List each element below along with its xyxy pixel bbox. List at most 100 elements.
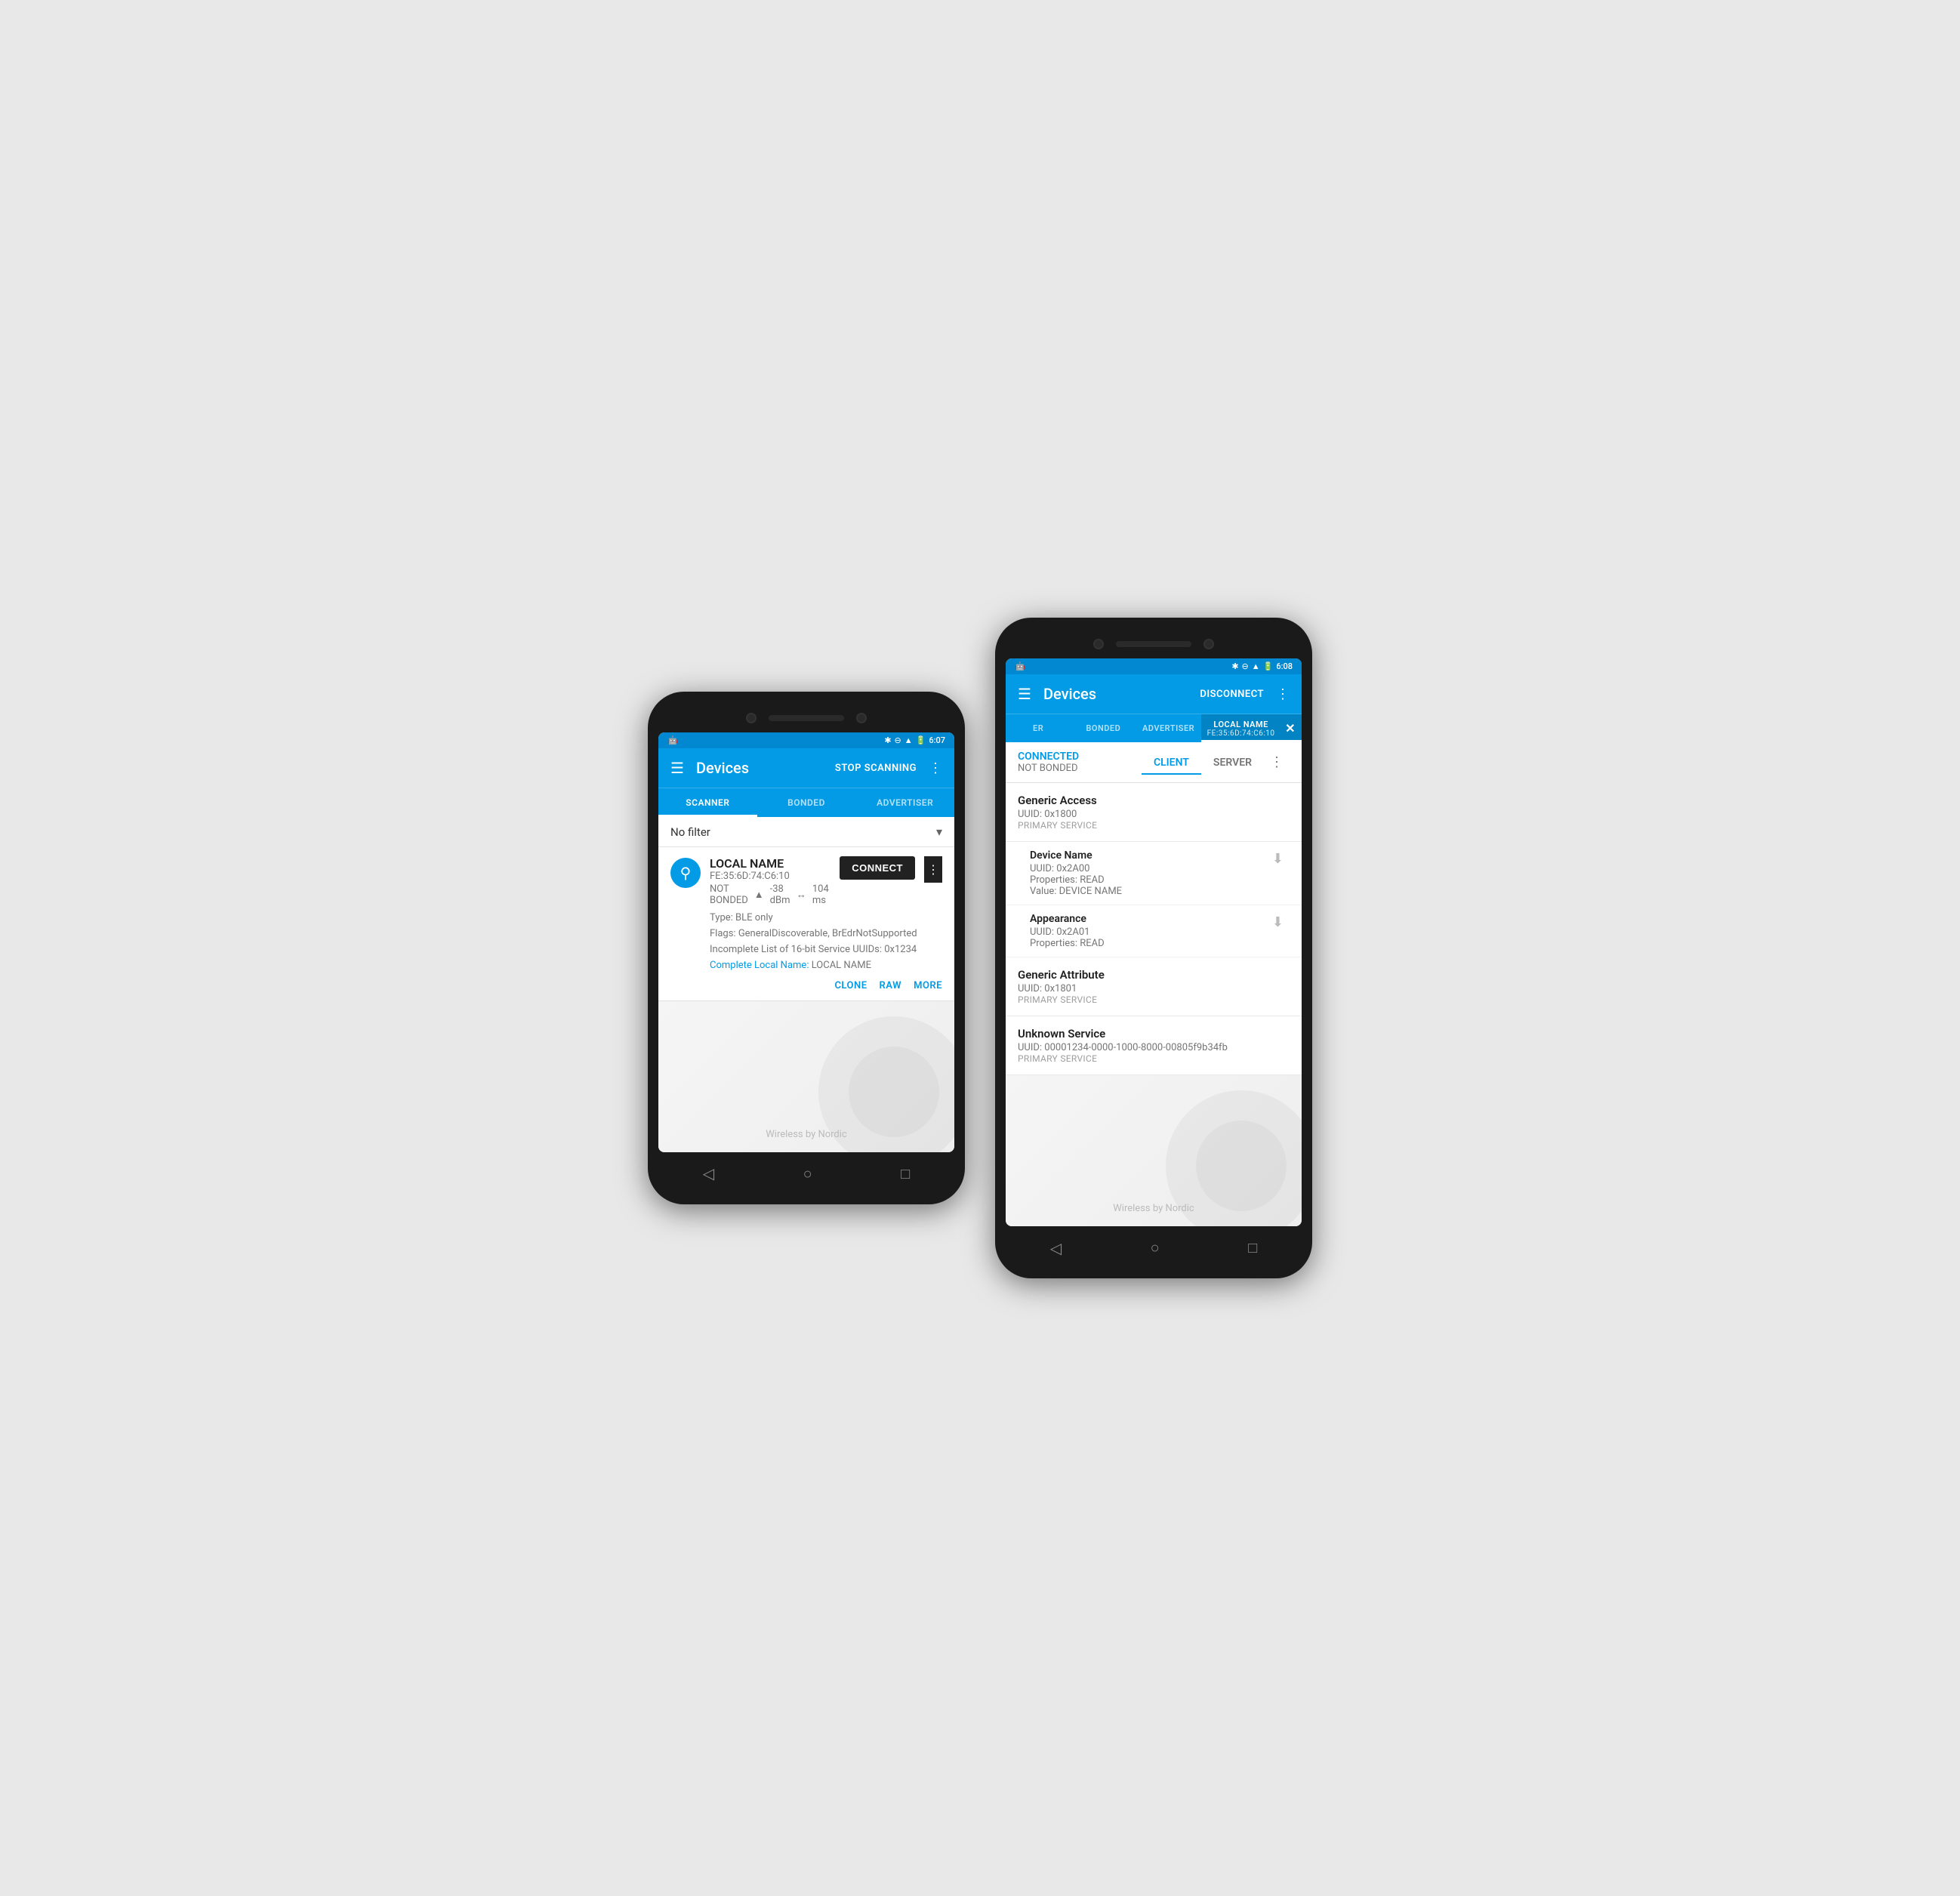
phone-2-speaker [1116, 641, 1191, 647]
device-header: ⚲ LOCAL NAME FE:35:6D:74:C6:10 NOT BONDE… [670, 856, 942, 906]
menu-icon-2[interactable]: ☰ [1012, 679, 1037, 709]
raw-button[interactable]: RAW [880, 980, 902, 991]
connection-info: CONNECTED NOT BONDED [1018, 751, 1079, 774]
more-icon-1[interactable]: ⋮ [923, 754, 948, 782]
time-2: 6:08 [1276, 661, 1293, 671]
service-unknown: Unknown Service UUID: 00001234-0000-1000… [1006, 1016, 1302, 1075]
phone-1-camera [746, 713, 757, 723]
tab-bonded-2[interactable]: BONDED [1071, 714, 1136, 742]
signal-icon-1: ⊖ [895, 735, 901, 745]
service-type-generic-access: PRIMARY SERVICE [1018, 820, 1290, 831]
menu-icon-1[interactable]: ☰ [664, 753, 690, 783]
service-name-unknown: Unknown Service [1018, 1027, 1290, 1040]
device-service-uuids: Incomplete List of 16-bit Service UUIDs:… [710, 942, 942, 958]
phone-1-bottom-bar: ◁ ○ □ [658, 1152, 954, 1189]
watermark-area-2: Wireless by Nordic [1006, 1075, 1302, 1226]
connect-more-icon[interactable]: ⋮ [924, 856, 942, 883]
service-type-generic-attribute: PRIMARY SERVICE [1018, 994, 1290, 1005]
status-right-1: ✱ ⊖ ▲ 🔋 6:07 [884, 735, 945, 745]
local-name-tab-info: LOCAL NAME FE:35:6D:74:C6:10 [1207, 720, 1275, 738]
char-properties-appearance: Properties: READ [1030, 938, 1266, 949]
service-name-generic-access: Generic Access [1018, 794, 1290, 807]
wifi-icon-2: ▲ [1252, 661, 1260, 671]
phone-2-top-bar [1006, 633, 1302, 658]
status-left-1: 🤖 [667, 735, 678, 745]
device-type: Type: BLE only [710, 911, 942, 926]
app-title-1: Devices [696, 759, 829, 777]
tab-scanner[interactable]: SCANNER [658, 788, 757, 817]
tab-local-name[interactable]: LOCAL NAME FE:35:6D:74:C6:10 ✕ [1201, 714, 1302, 742]
char-properties-device-name: Properties: READ [1030, 874, 1266, 886]
filter-dropdown-icon[interactable]: ▾ [936, 825, 942, 839]
tab-bonded-1[interactable]: BONDED [757, 788, 856, 817]
tab-advertiser-2[interactable]: ADVERTISER [1136, 714, 1200, 742]
bond-status: NOT BONDED [710, 883, 748, 906]
tabs-1: SCANNER BONDED ADVERTISER [658, 788, 954, 817]
filter-bar[interactable]: No filter ▾ [658, 817, 954, 847]
phone-2: 🤖 ✱ ⊖ ▲ 🔋 6:08 ☰ Devices DISCONNECT ⋮ ER… [995, 618, 1312, 1278]
interval-value: 104 ms [812, 883, 831, 906]
service-name-generic-attribute: Generic Attribute [1018, 968, 1290, 982]
device-flags: Flags: GeneralDiscoverable, BrEdrNotSupp… [710, 926, 942, 942]
char-value-device-name: Value: DEVICE NAME [1030, 886, 1266, 897]
complete-name-value: LOCAL NAME [812, 960, 871, 971]
close-tab-icon[interactable]: ✕ [1285, 721, 1296, 735]
char-appearance: Appearance UUID: 0x2A01 Properties: READ… [1006, 905, 1302, 957]
phone-2-camera-2 [1203, 639, 1214, 649]
recent-nav-2[interactable]: □ [1248, 1238, 1257, 1257]
home-nav-1[interactable]: ○ [803, 1164, 812, 1183]
cs-more-icon[interactable]: ⋮ [1264, 748, 1290, 776]
app-bar-1: ☰ Devices STOP SCANNING ⋮ [658, 748, 954, 788]
wifi-icon-1: ▲ [904, 735, 913, 745]
watermark-1: Wireless by Nordic [766, 1129, 846, 1140]
device-meta: NOT BONDED ▲ -38 dBm ↔ 104 ms [710, 883, 831, 906]
rssi-icon: ▲ [754, 889, 764, 901]
device-flags-value: GeneralDiscoverable, BrEdrNotSupported [738, 928, 917, 939]
phone-1: 🤖 ✱ ⊖ ▲ 🔋 6:07 ☰ Devices STOP SCANNING ⋮… [648, 692, 965, 1204]
connected-label: CONNECTED [1018, 751, 1079, 763]
tab-server[interactable]: SERVER [1201, 751, 1264, 775]
phone-2-camera [1093, 639, 1104, 649]
tab-client[interactable]: CLIENT [1142, 751, 1201, 775]
android-icon-1: 🤖 [667, 735, 678, 745]
tab-advertiser-1[interactable]: ADVERTISER [855, 788, 954, 817]
more-icon-2[interactable]: ⋮ [1270, 680, 1296, 708]
download-icon-device-name[interactable]: ⬇ [1266, 849, 1290, 868]
service-uuid-unknown: UUID: 00001234-0000-1000-8000-00805f9b34… [1018, 1042, 1290, 1053]
stop-scanning-button[interactable]: STOP SCANNING [835, 763, 917, 774]
char-device-name-info: Device Name UUID: 0x2A00 Properties: REA… [1030, 849, 1266, 897]
more-button[interactable]: MORE [914, 980, 942, 991]
connect-button[interactable]: CONNECT [840, 856, 915, 880]
status-bar-2: 🤖 ✱ ⊖ ▲ 🔋 6:08 [1006, 658, 1302, 674]
device-type-value: BLE only [735, 912, 773, 923]
service-generic-attribute: Generic Attribute UUID: 0x1801 PRIMARY S… [1006, 957, 1302, 1016]
phone-1-top-bar [658, 707, 954, 732]
client-server-tabs: CLIENT SERVER ⋮ [1091, 748, 1290, 776]
status-bar-1: 🤖 ✱ ⊖ ▲ 🔋 6:07 [658, 732, 954, 748]
back-nav-1[interactable]: ◁ [703, 1164, 714, 1182]
bluetooth-icon-2: ✱ [1231, 661, 1238, 671]
bluetooth-device-icon: ⚲ [670, 858, 701, 888]
clone-button[interactable]: CLONE [834, 980, 867, 991]
connected-status: CONNECTED NOT BONDED CLIENT SERVER ⋮ [1006, 742, 1302, 783]
rssi-value: -38 dBm [770, 883, 790, 906]
complete-name-label: Complete Local Name: [710, 960, 809, 971]
back-nav-2[interactable]: ◁ [1050, 1239, 1062, 1257]
download-icon-appearance[interactable]: ⬇ [1266, 913, 1290, 932]
app-bar-2: ☰ Devices DISCONNECT ⋮ [1006, 674, 1302, 714]
tab-er[interactable]: ER [1006, 714, 1071, 742]
char-uuid-appearance: UUID: 0x2A01 [1030, 926, 1266, 938]
char-device-name: Device Name UUID: 0x2A00 Properties: REA… [1006, 842, 1302, 905]
android-icon-2: 🤖 [1015, 661, 1025, 671]
device-actions: CLONE RAW MORE [670, 980, 942, 991]
bluetooth-icon-1: ✱ [884, 735, 891, 745]
disconnect-button[interactable]: DISCONNECT [1200, 689, 1264, 700]
phone-1-screen: 🤖 ✱ ⊖ ▲ 🔋 6:07 ☰ Devices STOP SCANNING ⋮… [658, 732, 954, 1151]
home-nav-2[interactable]: ○ [1151, 1238, 1160, 1257]
device-name: LOCAL NAME [710, 856, 831, 871]
char-name-device-name: Device Name [1030, 849, 1266, 862]
recent-nav-1[interactable]: □ [901, 1164, 910, 1183]
app-title-2: Devices [1043, 685, 1194, 703]
device-details: Type: BLE only Flags: GeneralDiscoverabl… [710, 911, 942, 973]
phone-1-camera-2 [856, 713, 867, 723]
